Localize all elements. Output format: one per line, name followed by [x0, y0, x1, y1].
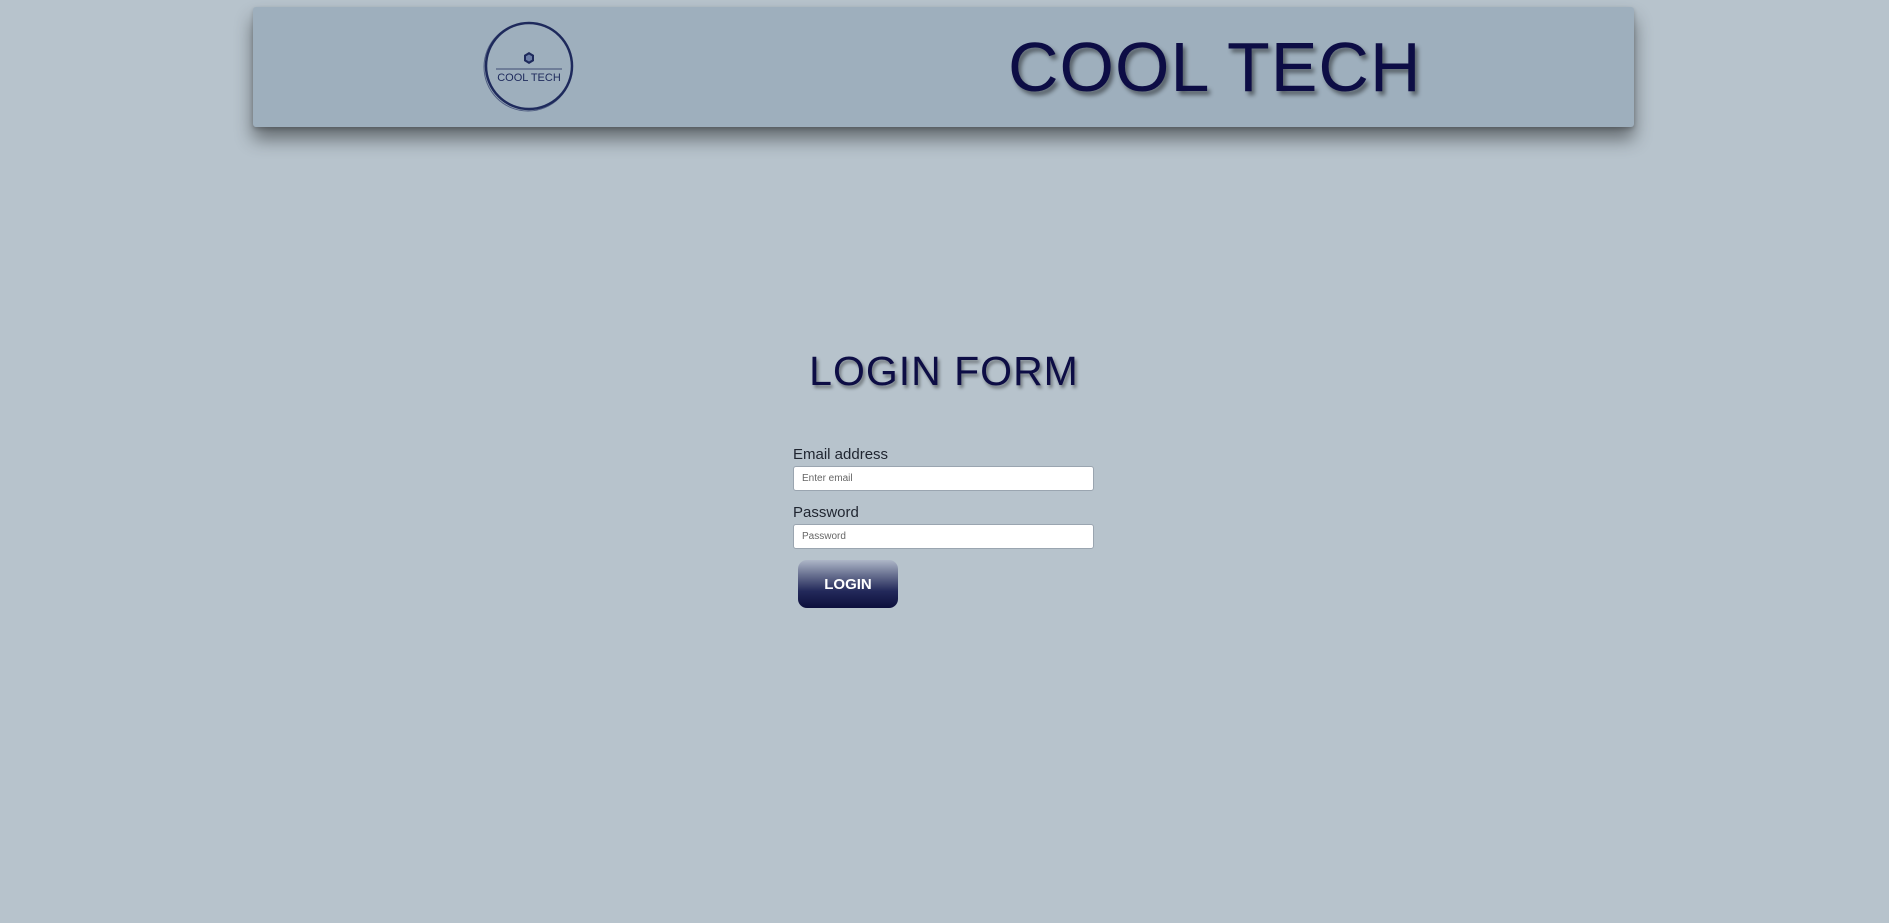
email-field[interactable]	[793, 466, 1094, 491]
password-field[interactable]	[793, 524, 1094, 549]
logo-circle-icon: COOL TECH	[483, 21, 574, 112]
header-bar: COOL TECH COOL TECH	[253, 7, 1634, 127]
login-button[interactable]: LOGIN	[798, 560, 898, 608]
brand-title: COOL TECH	[1008, 28, 1422, 106]
logo-text: COOL TECH	[497, 72, 561, 84]
email-label: Email address	[793, 446, 889, 463]
page-title: LOGIN FORM	[809, 348, 1079, 394]
login-form: Email address Password LOGIN	[793, 444, 1094, 608]
cool-tech-logo[interactable]: COOL TECH	[482, 19, 576, 113]
field-spacer	[793, 491, 1094, 502]
password-label: Password	[793, 504, 859, 521]
